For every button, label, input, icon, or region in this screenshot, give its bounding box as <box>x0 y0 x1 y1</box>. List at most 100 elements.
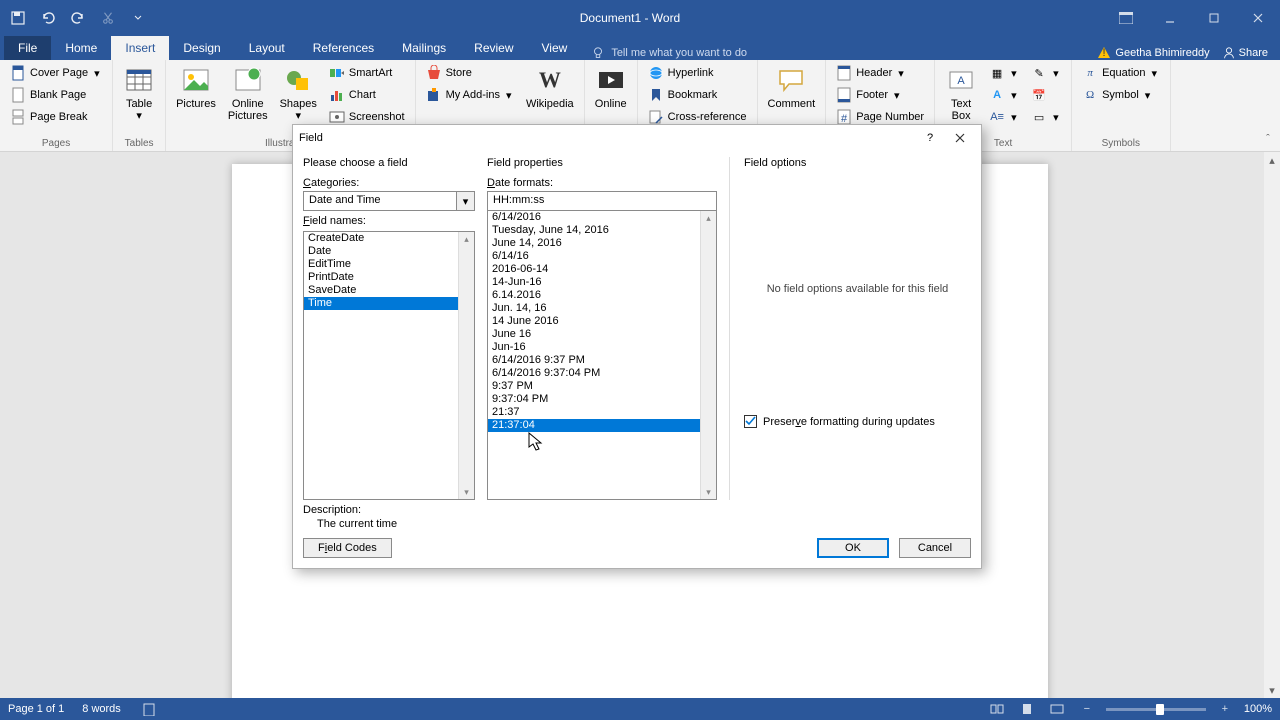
wikipedia-button[interactable]: WWikipedia <box>522 62 578 112</box>
spell-check-icon[interactable] <box>139 698 161 720</box>
tab-insert[interactable]: Insert <box>111 36 169 60</box>
list-item[interactable]: 6/14/2016 9:37:04 PM <box>488 367 700 380</box>
list-item[interactable]: PrintDate <box>304 271 458 284</box>
zoom-level[interactable]: 100% <box>1244 703 1272 715</box>
maximize-icon[interactable] <box>1192 0 1236 36</box>
scroll-up-icon[interactable]: ▴ <box>459 232 474 246</box>
bookmark-button[interactable]: Bookmark <box>644 84 751 106</box>
list-item[interactable]: 9:37:04 PM <box>488 393 700 406</box>
zoom-in-icon[interactable]: + <box>1214 698 1236 720</box>
hyperlink-button[interactable]: Hyperlink <box>644 62 751 84</box>
scroll-down-icon[interactable]: ▾ <box>1264 682 1280 698</box>
tab-file[interactable]: File <box>4 36 51 60</box>
tab-review[interactable]: Review <box>460 36 527 60</box>
tab-layout[interactable]: Layout <box>235 36 299 60</box>
header-button[interactable]: Header▾ <box>832 62 928 84</box>
collapse-ribbon-icon[interactable]: ˆ <box>1260 131 1276 147</box>
list-item[interactable]: 6/14/2016 9:37 PM <box>488 354 700 367</box>
scroll-down-icon[interactable]: ▾ <box>701 485 716 499</box>
scroll-down-icon[interactable]: ▾ <box>459 485 474 499</box>
list-item[interactable]: Time <box>304 297 458 310</box>
zoom-out-icon[interactable]: − <box>1076 698 1098 720</box>
signature-button[interactable]: ✎▾ <box>1027 62 1065 84</box>
list-item[interactable]: June 14, 2016 <box>488 237 700 250</box>
text-box-button[interactable]: AText Box <box>941 62 981 124</box>
status-page[interactable]: Page 1 of 1 <box>8 703 64 715</box>
list-item[interactable]: 9:37 PM <box>488 380 700 393</box>
tab-mailings[interactable]: Mailings <box>388 36 460 60</box>
list-item[interactable]: 6.14.2016 <box>488 289 700 302</box>
quick-parts-button[interactable]: ▦▾ <box>985 62 1023 84</box>
footer-button[interactable]: Footer▾ <box>832 84 928 106</box>
smartart-button[interactable]: SmartArt <box>325 62 409 84</box>
preserve-formatting-checkbox[interactable]: Preserve formatting during updates <box>744 415 971 428</box>
drop-cap-button[interactable]: A≡▾ <box>985 106 1023 128</box>
store-button[interactable]: Store <box>422 62 518 84</box>
pictures-button[interactable]: Pictures <box>172 62 220 112</box>
close-icon[interactable] <box>1236 0 1280 36</box>
date-formats-listbox[interactable]: 6/14/2016Tuesday, June 14, 2016June 14, … <box>487 211 717 500</box>
account-name[interactable]: ! Geetha Bhimireddy <box>1097 46 1209 60</box>
qat-more-icon[interactable] <box>124 4 152 32</box>
date-format-input[interactable]: HH:mm:ss <box>487 191 717 211</box>
cancel-button[interactable]: Cancel <box>899 538 971 558</box>
online-pictures-button[interactable]: Online Pictures <box>224 62 272 124</box>
equation-button[interactable]: πEquation▾ <box>1078 62 1163 84</box>
save-icon[interactable] <box>4 4 32 32</box>
scroll-up-icon[interactable]: ▴ <box>1264 152 1280 168</box>
undo-icon[interactable] <box>34 4 62 32</box>
list-item[interactable]: June 16 <box>488 328 700 341</box>
list-item[interactable]: Jun. 14, 16 <box>488 302 700 315</box>
list-item[interactable]: Tuesday, June 14, 2016 <box>488 224 700 237</box>
chevron-down-icon[interactable]: ▾ <box>456 192 474 210</box>
share-button[interactable]: Share <box>1222 46 1268 60</box>
zoom-slider[interactable] <box>1106 708 1206 711</box>
blank-page-button[interactable]: Blank Page <box>6 84 106 106</box>
vertical-scrollbar[interactable]: ▴ ▾ <box>1264 152 1280 698</box>
online-video-button[interactable]: Online <box>591 62 631 112</box>
field-names-listbox[interactable]: CreateDateDateEditTimePrintDateSaveDateT… <box>303 231 475 500</box>
list-item[interactable]: 6/14/2016 <box>488 211 700 224</box>
symbol-button[interactable]: ΩSymbol▾ <box>1078 84 1163 106</box>
list-item[interactable]: EditTime <box>304 258 458 271</box>
comment-button[interactable]: Comment <box>764 62 820 112</box>
redo-icon[interactable] <box>64 4 92 32</box>
status-words[interactable]: 8 words <box>82 703 121 715</box>
tell-me-search[interactable]: Tell me what you want to do <box>591 46 1097 60</box>
cover-page-button[interactable]: Cover Page▾ <box>6 62 106 84</box>
tab-references[interactable]: References <box>299 36 388 60</box>
list-item[interactable]: Date <box>304 245 458 258</box>
my-addins-button[interactable]: My Add-ins▾ <box>422 84 518 106</box>
print-layout-icon[interactable] <box>1016 698 1038 720</box>
object-button[interactable]: ▭▾ <box>1027 106 1065 128</box>
tab-design[interactable]: Design <box>169 36 234 60</box>
field-codes-button[interactable]: Field Codes <box>303 538 392 558</box>
dialog-close-icon[interactable] <box>945 127 975 149</box>
page-break-button[interactable]: Page Break <box>6 106 106 128</box>
shapes-button[interactable]: Shapes▾ <box>276 62 321 124</box>
tab-view[interactable]: View <box>528 36 582 60</box>
dialog-help-icon[interactable]: ? <box>915 127 945 149</box>
list-item[interactable]: CreateDate <box>304 232 458 245</box>
list-item[interactable]: SaveDate <box>304 284 458 297</box>
chart-button[interactable]: Chart <box>325 84 409 106</box>
ribbon-options-icon[interactable] <box>1104 0 1148 36</box>
list-item[interactable]: 14-Jun-16 <box>488 276 700 289</box>
read-mode-icon[interactable] <box>986 698 1008 720</box>
list-item[interactable]: 21:37 <box>488 406 700 419</box>
tab-home[interactable]: Home <box>51 36 111 60</box>
list-item[interactable]: Jun-16 <box>488 341 700 354</box>
datetime-button[interactable]: 📅 <box>1027 84 1065 106</box>
categories-combo[interactable]: Date and Time ▾ <box>303 191 475 211</box>
web-layout-icon[interactable] <box>1046 698 1068 720</box>
ok-button[interactable]: OK <box>817 538 889 558</box>
table-button[interactable]: Table▾ <box>119 62 159 124</box>
wordart-button[interactable]: A▾ <box>985 84 1023 106</box>
minimize-icon[interactable] <box>1148 0 1192 36</box>
scroll-up-icon[interactable]: ▴ <box>701 211 716 225</box>
list-item[interactable]: 21:37:04 <box>488 419 700 432</box>
list-item[interactable]: 6/14/16 <box>488 250 700 263</box>
cut-icon[interactable] <box>94 4 122 32</box>
list-item[interactable]: 2016-06-14 <box>488 263 700 276</box>
list-item[interactable]: 14 June 2016 <box>488 315 700 328</box>
